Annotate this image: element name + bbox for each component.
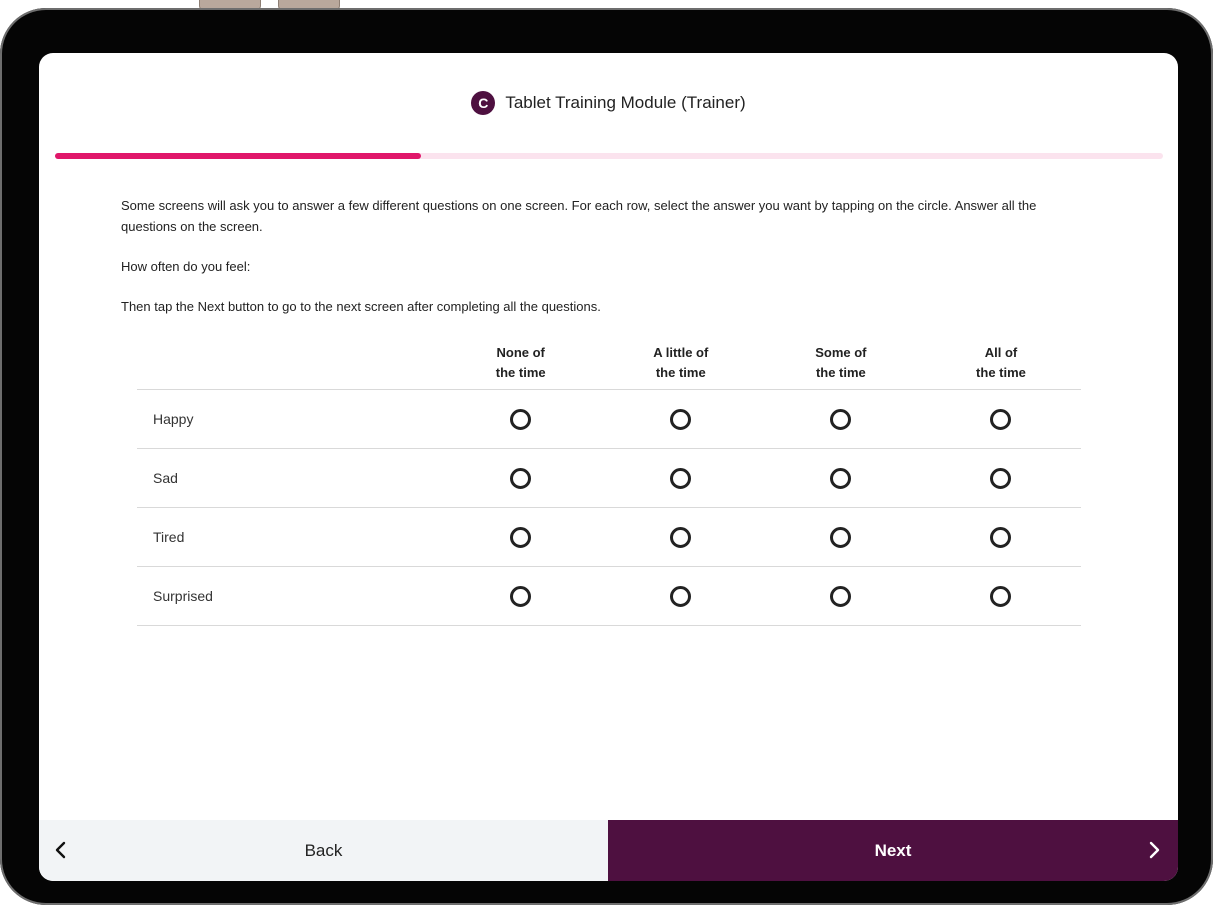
screen: C Tablet Training Module (Trainer) Some …: [39, 53, 1178, 881]
column-header: None of the time: [440, 343, 601, 390]
progress-fill: [55, 153, 421, 159]
back-button-label: Back: [304, 840, 343, 860]
row-label: Surprised: [137, 566, 441, 626]
radio-button[interactable]: [510, 585, 532, 607]
row-label: Tired: [137, 507, 441, 567]
column-header: All of the time: [920, 343, 1081, 390]
radio-button[interactable]: [510, 408, 532, 430]
instructions: Some screens will ask you to answer a fe…: [121, 195, 1081, 336]
chevron-right-icon: [1149, 841, 1160, 859]
tablet-frame: C Tablet Training Module (Trainer) Some …: [0, 8, 1213, 905]
radio-button[interactable]: [670, 408, 692, 430]
radio-button[interactable]: [510, 467, 532, 489]
grid-corner: [137, 343, 441, 390]
next-button[interactable]: Next: [608, 820, 1178, 881]
question-row: Tired: [137, 507, 1081, 567]
chevron-left-icon: [55, 841, 66, 859]
radio-button[interactable]: [830, 585, 852, 607]
footer-nav: Back Next: [39, 820, 1178, 881]
question-table: None of the time A little of the time So…: [137, 343, 1081, 626]
radio-button[interactable]: [670, 585, 692, 607]
column-header: A little of the time: [600, 343, 761, 390]
radio-button[interactable]: [990, 526, 1012, 548]
question-row: Sad: [137, 448, 1081, 508]
grid-header-row: None of the time A little of the time So…: [137, 343, 1081, 390]
radio-button[interactable]: [830, 526, 852, 548]
question-row: Surprised: [137, 566, 1081, 626]
radio-button[interactable]: [990, 408, 1012, 430]
radio-button[interactable]: [830, 408, 852, 430]
radio-button[interactable]: [990, 467, 1012, 489]
next-instruction-text: Then tap the Next button to go to the ne…: [121, 299, 601, 314]
radio-button[interactable]: [510, 526, 532, 548]
radio-button[interactable]: [830, 467, 852, 489]
brand-logo-icon: C: [471, 91, 496, 115]
progress-bar: [55, 153, 1163, 159]
next-button-label: Next: [874, 840, 912, 860]
row-label: Happy: [137, 389, 441, 449]
question-row: Happy: [137, 389, 1081, 449]
radio-button[interactable]: [670, 467, 692, 489]
app-title: Tablet Training Module (Trainer): [505, 93, 746, 112]
question-prompt: How often do you feel:: [121, 259, 251, 274]
header: C Tablet Training Module (Trainer): [39, 53, 1178, 153]
row-label: Sad: [137, 448, 441, 508]
radio-button[interactable]: [670, 526, 692, 548]
question-grid: None of the time A little of the time So…: [137, 343, 1081, 626]
back-button[interactable]: Back: [39, 820, 608, 881]
radio-button[interactable]: [990, 585, 1012, 607]
column-header: Some of the time: [760, 343, 921, 390]
instruction-text: Some screens will ask you to answer a fe…: [121, 198, 1037, 234]
